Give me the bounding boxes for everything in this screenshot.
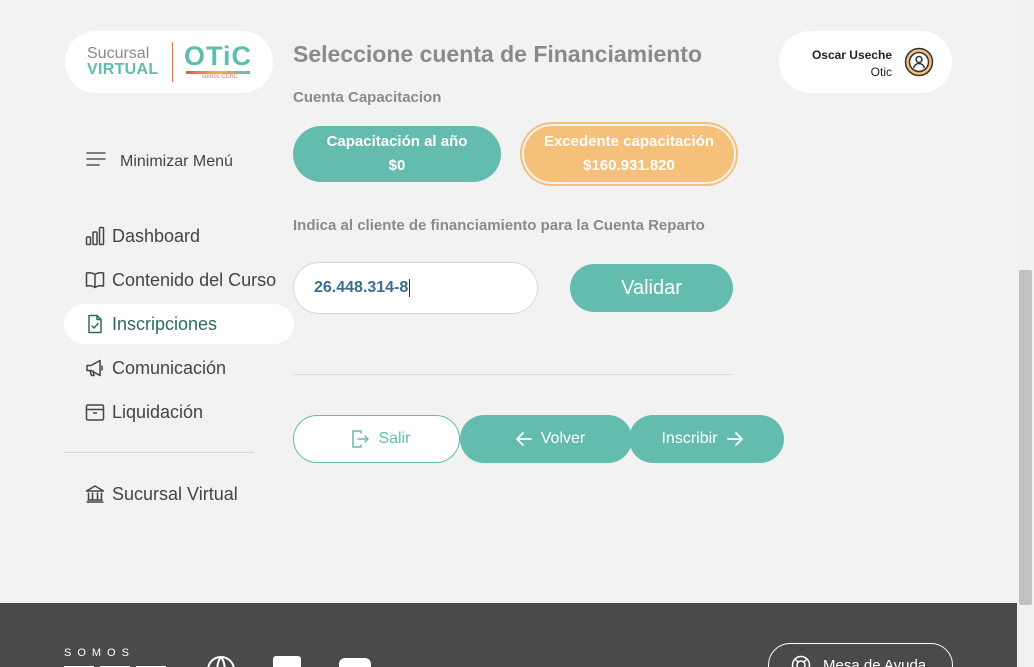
help-desk-button[interactable]: Mesa de Ayuda: [768, 643, 953, 667]
back-button[interactable]: Volver: [460, 415, 632, 463]
account-section-label: Cuenta Capacitacion: [293, 89, 442, 106]
arrow-left-icon: [515, 431, 533, 447]
sidebar-item-comunicacion[interactable]: Comunicación: [64, 348, 294, 388]
lifebuoy-icon: [791, 655, 811, 667]
logo-separator: [172, 42, 173, 82]
youtube-icon[interactable]: [338, 655, 371, 667]
help-desk-label: Mesa de Ayuda: [823, 656, 927, 667]
sidebar-item-sucursal-virtual[interactable]: Sucursal Virtual: [64, 474, 294, 514]
account-amount: $160.931.820: [583, 157, 675, 174]
account-capacitacion-button[interactable]: Capacitación al año $0: [293, 126, 501, 182]
avatar: [904, 47, 934, 77]
user-name: Oscar Useche: [811, 48, 892, 62]
validate-button[interactable]: Validar: [570, 264, 733, 312]
megaphone-icon: [85, 358, 105, 378]
back-label: Volver: [540, 430, 586, 447]
menu-lines-icon: [86, 152, 106, 171]
sidebar-item-inscripciones[interactable]: Inscripciones: [64, 304, 294, 344]
page-scrollbar[interactable]: [1017, 0, 1034, 667]
logout-icon: [350, 429, 370, 449]
footer-somos-text: SOMOS: [64, 647, 135, 659]
logo-brand-sub: somos CChC: [202, 74, 238, 80]
linkedin-icon[interactable]: [272, 655, 302, 667]
client-label: Indica al cliente de financiamiento para…: [293, 217, 705, 234]
sidebar-item-liquidacion[interactable]: Liquidación: [64, 392, 294, 432]
content-divider: [293, 374, 733, 375]
book-icon: [85, 270, 105, 290]
logo-text-virtual: VIRTUAL: [87, 61, 159, 78]
sidebar-item-label: Comunicación: [112, 357, 227, 378]
text-caret: [409, 279, 411, 297]
bank-icon: [85, 484, 105, 504]
document-check-icon: [85, 314, 105, 334]
scrollbar-thumb[interactable]: [1019, 270, 1032, 605]
page-title: Seleccione cuenta de Financiamiento: [293, 41, 703, 67]
globe-icon[interactable]: [206, 655, 236, 667]
wallet-icon: [85, 402, 105, 422]
arrow-right-icon: [726, 431, 744, 447]
exit-label: Salir: [378, 430, 411, 447]
user-menu[interactable]: Oscar Useche Otic: [779, 31, 952, 93]
sidebar-item-contenido[interactable]: Contenido del Curso: [64, 260, 294, 300]
logo-text-sucursal: Sucursal: [87, 45, 150, 62]
enroll-button[interactable]: Inscribir: [629, 415, 784, 463]
rut-input[interactable]: 26.448.314-8: [293, 262, 538, 314]
sidebar-item-dashboard[interactable]: Dashboard: [64, 216, 294, 256]
account-excedente-button[interactable]: Excedente capacitación $160.931.820: [524, 126, 734, 182]
sidebar-item-label: Dashboard: [112, 225, 201, 246]
sidebar-item-label: Liquidación: [112, 401, 204, 422]
enroll-label: Inscribir: [661, 430, 718, 447]
exit-button[interactable]: Salir: [293, 415, 460, 463]
sidebar-item-label: Contenido del Curso: [112, 269, 277, 290]
footer: SOMOS Mesa de Ayuda: [0, 603, 1017, 667]
logo[interactable]: Sucursal VIRTUAL OTiC somos CChC: [65, 31, 273, 93]
footer-logo-mark: [64, 661, 168, 667]
sidebar-divider: [64, 452, 254, 453]
sidebar-item-label: Sucursal Virtual: [112, 483, 238, 504]
account-amount: $0: [388, 157, 406, 174]
minimize-menu-label: Minimizar Menú: [120, 152, 233, 170]
logo-brand: OTiC: [184, 41, 253, 71]
sidebar-item-label: Inscripciones: [112, 313, 218, 334]
bar-chart-icon: [85, 226, 105, 246]
account-label: Excedente capacitación: [543, 133, 715, 150]
minimize-menu-button[interactable]: Minimizar Menú: [86, 152, 233, 171]
user-org: Otic: [870, 65, 892, 79]
account-label: Capacitación al año: [326, 133, 468, 150]
rut-input-value: 26.448.314-8: [314, 279, 409, 296]
